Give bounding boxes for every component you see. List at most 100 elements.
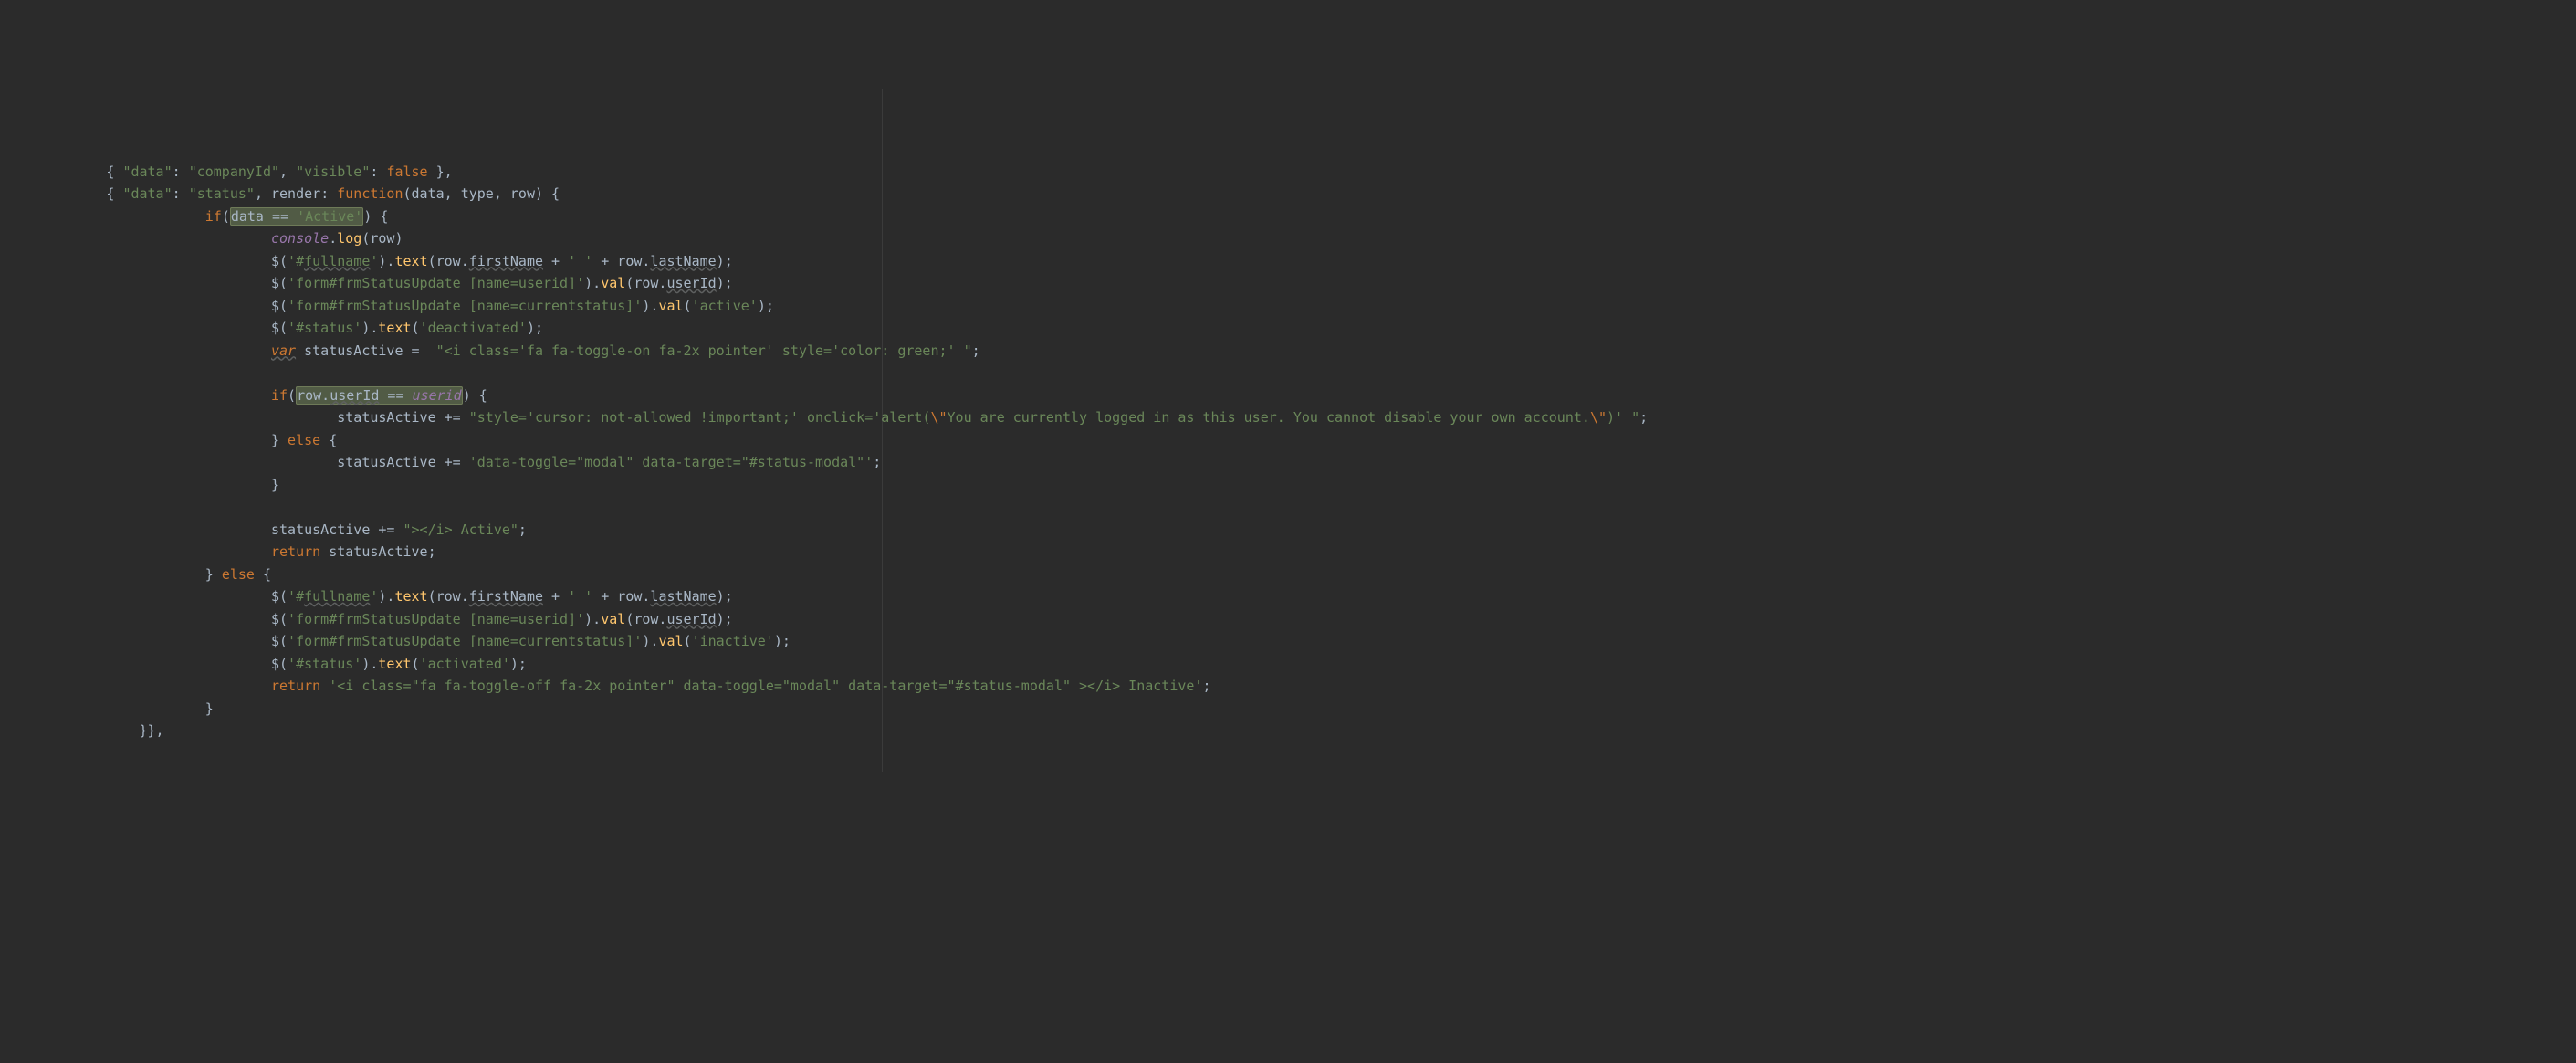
code-token: "<i class='fa fa-toggle-on fa-2x pointer… xyxy=(436,342,972,359)
indent xyxy=(7,253,271,269)
code-line[interactable] xyxy=(7,496,2569,519)
code-token: }, xyxy=(428,163,453,180)
code-line[interactable]: statusActive += 'data-toggle="modal" dat… xyxy=(7,451,2569,474)
code-token: 'inactive' xyxy=(692,633,774,649)
indent xyxy=(7,275,271,291)
code-line[interactable]: } xyxy=(7,474,2569,497)
code-token xyxy=(320,678,329,694)
code-token: ( xyxy=(412,656,420,672)
code-content[interactable]: { "data": "companyId", "visible": false … xyxy=(7,161,2569,742)
code-token: "data" xyxy=(122,163,172,180)
code-line[interactable]: }}, xyxy=(7,720,2569,742)
code-token: log xyxy=(337,230,361,247)
code-token: ' ' xyxy=(568,588,592,605)
code-token: "data" xyxy=(122,185,172,202)
code-token: return xyxy=(271,678,320,694)
code-token: 'activated' xyxy=(420,656,510,672)
code-token: ( xyxy=(222,208,230,225)
find-match-highlight: row.userId == userid xyxy=(296,386,463,405)
code-token: function xyxy=(337,185,403,202)
code-token: ; xyxy=(518,521,527,538)
code-line[interactable]: $('#fullname').text(row.firstName + ' ' … xyxy=(7,250,2569,273)
code-line[interactable]: $('form#frmStatusUpdate [name=userid]').… xyxy=(7,608,2569,631)
code-token: "></i> Active" xyxy=(403,521,518,538)
code-token: else xyxy=(288,432,320,448)
code-token: \" xyxy=(1590,409,1607,426)
code-token: 'data-toggle="modal" data-target="#statu… xyxy=(469,454,874,470)
code-line[interactable]: } else { xyxy=(7,563,2569,586)
code-line[interactable]: if(data == 'Active') { xyxy=(7,205,2569,228)
code-line[interactable] xyxy=(7,362,2569,384)
code-token: row xyxy=(510,185,535,202)
code-token: == xyxy=(379,387,412,404)
indent xyxy=(7,611,271,627)
code-token: + xyxy=(543,588,568,605)
code-line[interactable]: { "data": "status", render: function(dat… xyxy=(7,183,2569,205)
code-token: ); xyxy=(717,588,733,605)
code-token: ( xyxy=(403,185,412,202)
code-token: + row. xyxy=(592,253,650,269)
code-token: type xyxy=(461,185,494,202)
code-token: { xyxy=(255,566,271,583)
code-token: ; xyxy=(873,454,881,470)
code-token: : xyxy=(320,185,337,202)
indent xyxy=(7,387,271,404)
code-token: ); xyxy=(527,320,543,336)
code-line[interactable]: console.log(row) xyxy=(7,227,2569,250)
code-token: : xyxy=(173,185,189,202)
indent xyxy=(7,656,271,672)
code-token: 'form#frmStatusUpdate [name=currentstatu… xyxy=(288,298,642,314)
indent xyxy=(7,185,106,202)
code-token: $ xyxy=(271,611,279,627)
code-token: 'Active' xyxy=(297,208,362,225)
code-token: ). xyxy=(378,588,394,605)
code-token: (row) xyxy=(361,230,403,247)
code-token: ). xyxy=(584,611,601,627)
code-line[interactable]: } xyxy=(7,698,2569,721)
code-token: data xyxy=(412,185,445,202)
indent xyxy=(7,566,205,583)
code-token: var xyxy=(271,342,296,359)
code-token: 'active' xyxy=(692,298,758,314)
code-line[interactable]: return statusActive; xyxy=(7,541,2569,563)
code-token: 'form#frmStatusUpdate [name=userid]' xyxy=(288,275,584,291)
code-token: (row. xyxy=(428,588,469,605)
code-token: 'deactivated' xyxy=(420,320,527,336)
code-token: ); xyxy=(758,298,774,314)
code-line[interactable]: $('#fullname').text(row.firstName + ' ' … xyxy=(7,585,2569,608)
indent xyxy=(7,342,271,359)
code-token: "visible" xyxy=(296,163,370,180)
code-line[interactable]: $('form#frmStatusUpdate [name=currentsta… xyxy=(7,630,2569,653)
code-line[interactable]: $('#status').text('activated'); xyxy=(7,653,2569,676)
code-token: '#status' xyxy=(288,656,361,672)
code-token: ; xyxy=(1202,678,1210,694)
code-line[interactable]: return '<i class="fa fa-toggle-off fa-2x… xyxy=(7,675,2569,698)
code-line[interactable]: $('#status').text('deactivated'); xyxy=(7,317,2569,340)
code-token: ( xyxy=(279,633,288,649)
code-token: ( xyxy=(279,275,288,291)
indent xyxy=(7,521,271,538)
code-token: (row. xyxy=(625,611,666,627)
code-token: val xyxy=(601,611,625,627)
code-line[interactable]: } else { xyxy=(7,429,2569,452)
code-line[interactable]: statusActive += "></i> Active"; xyxy=(7,519,2569,542)
code-token: ); xyxy=(717,275,733,291)
code-line[interactable]: $('form#frmStatusUpdate [name=userid]').… xyxy=(7,272,2569,295)
code-line[interactable]: { "data": "companyId", "visible": false … xyxy=(7,161,2569,184)
indent xyxy=(7,477,271,493)
code-token: } xyxy=(271,477,279,493)
code-token: ); xyxy=(510,656,527,672)
code-token: userId xyxy=(666,611,716,627)
code-token: ; xyxy=(1639,409,1648,426)
indent xyxy=(7,499,271,515)
code-line[interactable]: statusActive += "style='cursor: not-allo… xyxy=(7,406,2569,429)
code-line[interactable]: $('form#frmStatusUpdate [name=currentsta… xyxy=(7,295,2569,318)
code-token: , xyxy=(255,185,271,202)
code-editor[interactable]: { "data": "companyId", "visible": false … xyxy=(0,89,2576,772)
code-line[interactable]: var statusActive = "<i class='fa fa-togg… xyxy=(7,340,2569,363)
code-token: ( xyxy=(279,298,288,314)
code-token: { xyxy=(320,432,337,448)
code-token: statusActive; xyxy=(320,543,435,560)
indent xyxy=(7,409,337,426)
code-line[interactable]: if(row.userId == userid) { xyxy=(7,384,2569,407)
